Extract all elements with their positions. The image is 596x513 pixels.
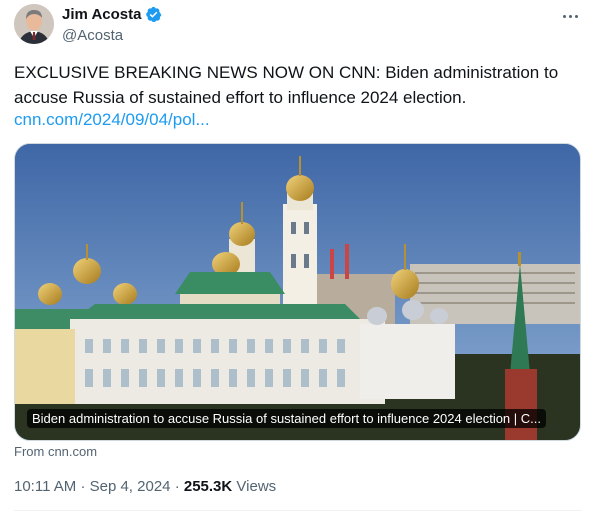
- card-image: [15, 144, 580, 440]
- meta-separator: ·: [80, 478, 86, 495]
- author-name[interactable]: Jim Acosta: [62, 6, 141, 23]
- tweet-link[interactable]: cnn.com/2024/09/04/pol...: [14, 108, 210, 131]
- profile-photo: [14, 4, 54, 44]
- tweet-time[interactable]: 10:11 AM: [14, 478, 76, 495]
- views-label: Views: [236, 478, 277, 495]
- tweet-text: EXCLUSIVE BREAKING NEWS NOW ON CNN: Bide…: [14, 63, 559, 107]
- views-count: 255.3K: [183, 478, 233, 495]
- more-dot: [568, 14, 572, 18]
- tweet-date[interactable]: Sep 4, 2024: [90, 478, 171, 495]
- author-name-row: Jim Acosta: [62, 6, 162, 23]
- meta-separator: ·: [174, 478, 180, 495]
- tweet-meta: 10:11 AM · Sep 4, 2024 · 255.3K Views: [14, 478, 276, 495]
- card-caption: Biden administration to accuse Russia of…: [27, 409, 546, 428]
- card-source[interactable]: From cnn.com: [14, 444, 97, 459]
- more-options-button[interactable]: [558, 6, 582, 26]
- verified-badge-icon[interactable]: [145, 6, 162, 23]
- divider: [14, 510, 582, 511]
- more-dot: [574, 14, 578, 18]
- more-dots-icon: [562, 14, 566, 18]
- link-card[interactable]: Biden administration to accuse Russia of…: [14, 143, 581, 441]
- author-handle[interactable]: @Acosta: [62, 27, 123, 44]
- author-avatar[interactable]: [14, 4, 54, 44]
